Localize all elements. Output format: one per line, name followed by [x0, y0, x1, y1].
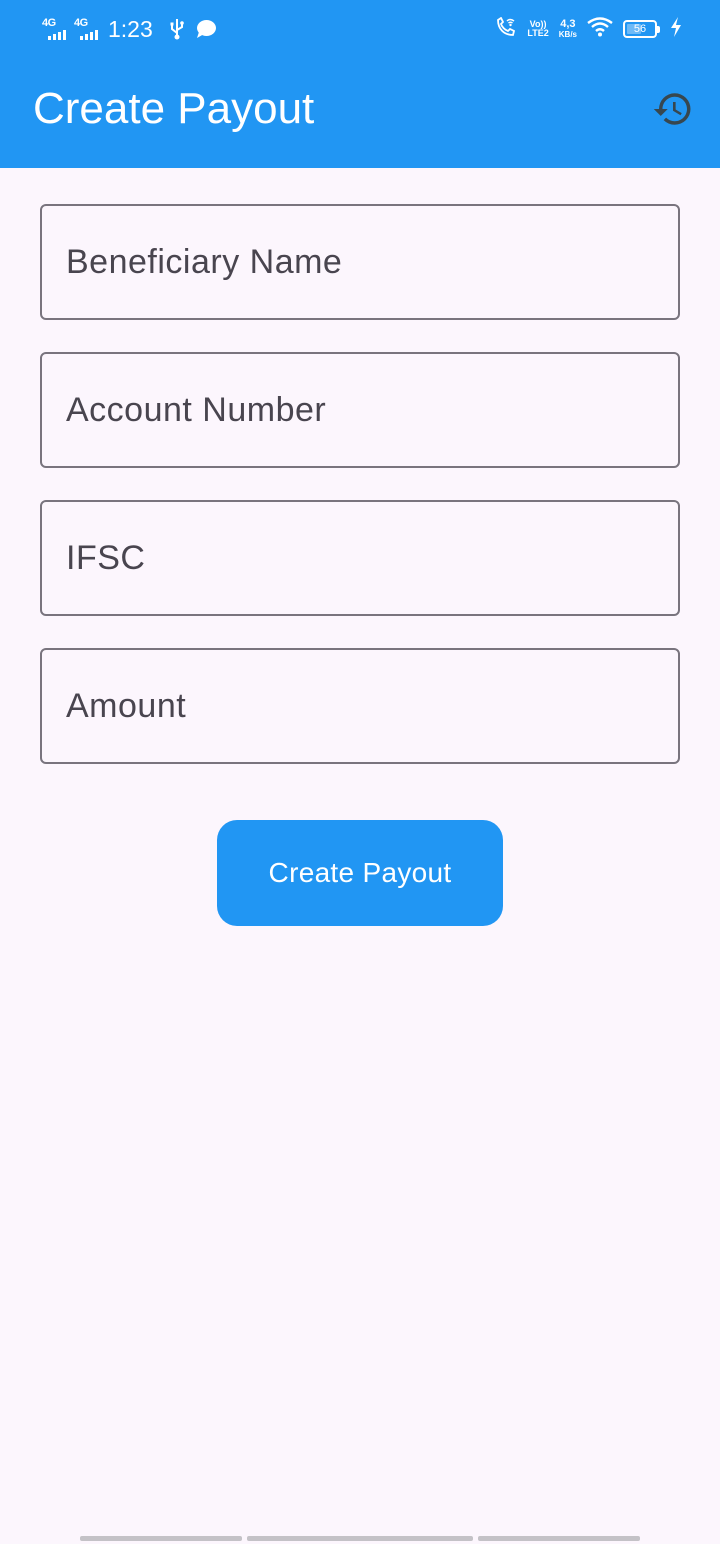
- status-bar-left: 4G 4G 1:23: [42, 14, 227, 44]
- volte-bottom-label: LTE2: [527, 28, 549, 38]
- cellular-signal-2: 4G: [74, 18, 98, 40]
- amount-field[interactable]: [40, 648, 680, 764]
- signal-bars-icon: [48, 30, 66, 40]
- app-bar: Create Payout: [0, 56, 720, 168]
- usb-icon: [169, 18, 185, 40]
- ifsc-field[interactable]: [40, 500, 680, 616]
- account-number-input[interactable]: [42, 354, 678, 466]
- status-bar-right: Vo)) LTE2 4,3 KB/s 56: [495, 16, 682, 42]
- battery-level: 56: [633, 23, 647, 35]
- status-time: 1:23: [108, 15, 153, 42]
- history-button[interactable]: [650, 88, 696, 134]
- message-bubble-icon: [195, 19, 217, 39]
- account-number-field[interactable]: [40, 352, 680, 468]
- status-bar: 4G 4G 1:23 Vo)) LTE2 4,3 KB/s 56: [0, 0, 720, 56]
- history-icon: [652, 88, 694, 135]
- wifi-icon: [587, 16, 613, 42]
- network-type-label: 4G: [74, 17, 88, 29]
- create-payout-button[interactable]: Create Payout: [217, 820, 503, 926]
- network-speed-value: 4,3: [560, 18, 576, 30]
- nav-segment-left[interactable]: [80, 1536, 242, 1541]
- battery-body: 56: [623, 20, 657, 38]
- nav-segment-right[interactable]: [478, 1536, 640, 1541]
- cellular-signal-1: 4G: [42, 18, 66, 40]
- signal-bars-icon: [80, 30, 98, 40]
- page-title: Create Payout: [33, 84, 315, 133]
- network-type-label: 4G: [42, 17, 56, 29]
- nav-segment-center[interactable]: [247, 1536, 473, 1541]
- beneficiary-name-field[interactable]: [40, 204, 680, 320]
- amount-input[interactable]: [42, 650, 678, 762]
- network-speed: 4,3 KB/s: [558, 18, 577, 40]
- network-speed-unit: KB/s: [558, 30, 577, 39]
- gesture-navigation-bar[interactable]: [0, 1536, 720, 1542]
- ifsc-input[interactable]: [42, 502, 678, 614]
- charging-bolt-icon: [670, 16, 682, 42]
- volte-indicator: Vo)) LTE2: [527, 20, 548, 38]
- beneficiary-name-input[interactable]: [42, 206, 678, 318]
- battery-icon: 56: [623, 20, 660, 38]
- wifi-calling-icon: [495, 16, 517, 42]
